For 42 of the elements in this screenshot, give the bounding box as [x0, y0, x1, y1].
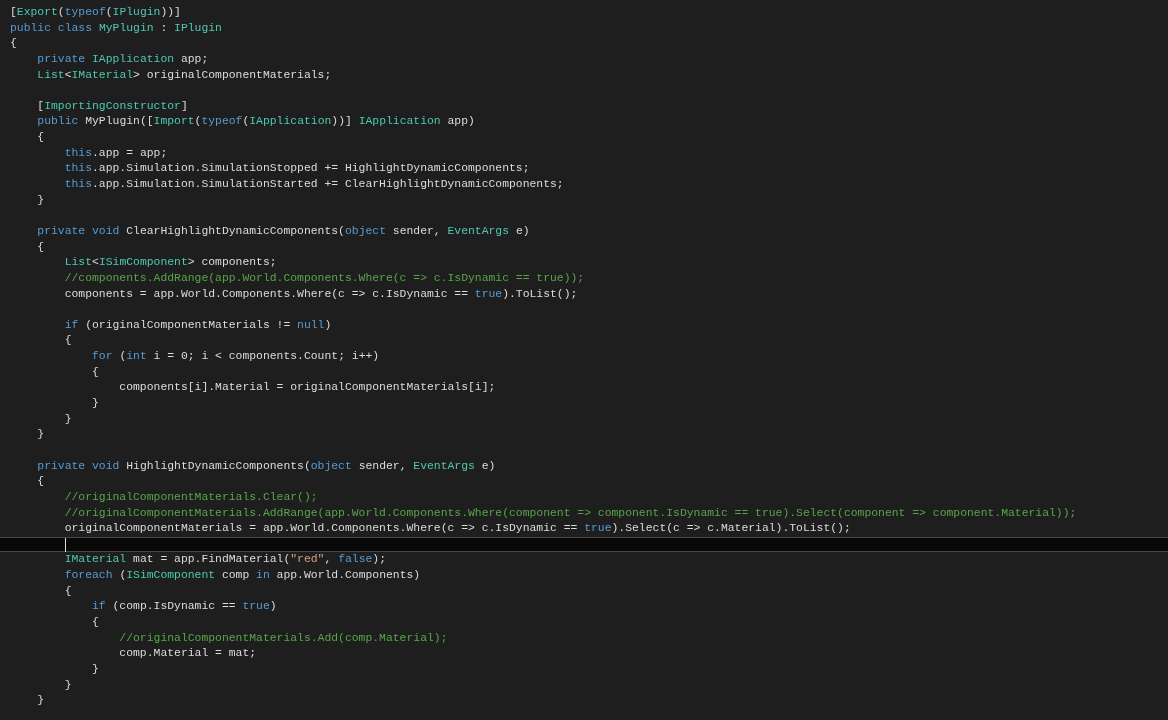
code-line: foreach (ISimComponent comp in app.World.Components) [63, 569, 421, 582]
code-line: originalComponentMaterials = app.World.Components.Where(c => c.IsDynamic == true).Select(c => c.Material).ToList(); [63, 522, 851, 535]
code-line: } [36, 428, 45, 441]
code-editor[interactable] [0, 0, 1168, 720]
code-line: //originalComponentMaterials.AddRange(app.World.Components.Where(component => component.IsDynamic == true).Select(component => component.Material)); [63, 506, 1077, 519]
code-line: { [36, 131, 45, 144]
code-line: } [36, 694, 45, 707]
code-line: //originalComponentMaterials.Clear(); [63, 490, 318, 503]
code-line: } [63, 678, 72, 691]
code-line: { [91, 616, 99, 628]
code-line: { [63, 584, 72, 597]
code-line: if (originalComponentMaterials != null) [63, 318, 332, 331]
code-line: components = app.World.Components.Where(c => c.IsDynamic == true).ToList(); [63, 287, 578, 300]
code-line: private IApplication app; [36, 52, 209, 65]
code-line: this.app.Simulation.SimulationStarted += ClearHighlightDynamicComponents; [63, 178, 564, 191]
code-line: { [63, 334, 72, 347]
code-line: comp.Material = mat; [118, 647, 257, 660]
code-line: this.app.Simulation.SimulationStopped += HighlightDynamicComponents; [63, 162, 530, 175]
code-line: } [36, 193, 45, 206]
code-line: //originalComponentMaterials.Add(comp.Material); [118, 631, 448, 644]
code-line: } [63, 412, 72, 425]
code-line: List<IMaterial> originalComponentMaterials; [36, 68, 332, 81]
code-line: [ImportingConstructor] [36, 99, 188, 112]
code-line: IMaterial mat = app.FindMaterial("red", false); [63, 553, 386, 566]
code-line: } [91, 397, 99, 409]
code-line: private void ClearHighlightDynamicComponents(object sender, EventArgs e) [36, 224, 530, 237]
code-line: [Export(typeof(IPlugin))] [10, 6, 181, 18]
code-line: List<ISimComponent> components; [63, 256, 277, 269]
code-line: if (comp.IsDynamic == true) [91, 600, 277, 613]
code-line: for (int i = 0; i < components.Count; i++) [91, 350, 380, 363]
text-cursor [64, 537, 66, 552]
code-line: //components.AddRange(app.World.Components.Where(c => c.IsDynamic == true)); [63, 271, 585, 284]
code-line: private void HighlightDynamicComponents(object sender, EventArgs e) [36, 459, 496, 472]
code-line: public class MyPlugin : IPlugin [10, 21, 222, 34]
code-line: { [10, 37, 17, 50]
code-line: public MyPlugin([Import(typeof(IApplication))] IApplication app) [36, 115, 475, 128]
code-line: { [91, 365, 99, 378]
code-line: { [36, 475, 45, 488]
code-line: components[i].Material = originalComponentMaterials[i]; [118, 381, 496, 394]
code-line: } [91, 662, 99, 675]
code-line: this.app = app; [63, 146, 168, 159]
code-line: { [36, 240, 45, 253]
